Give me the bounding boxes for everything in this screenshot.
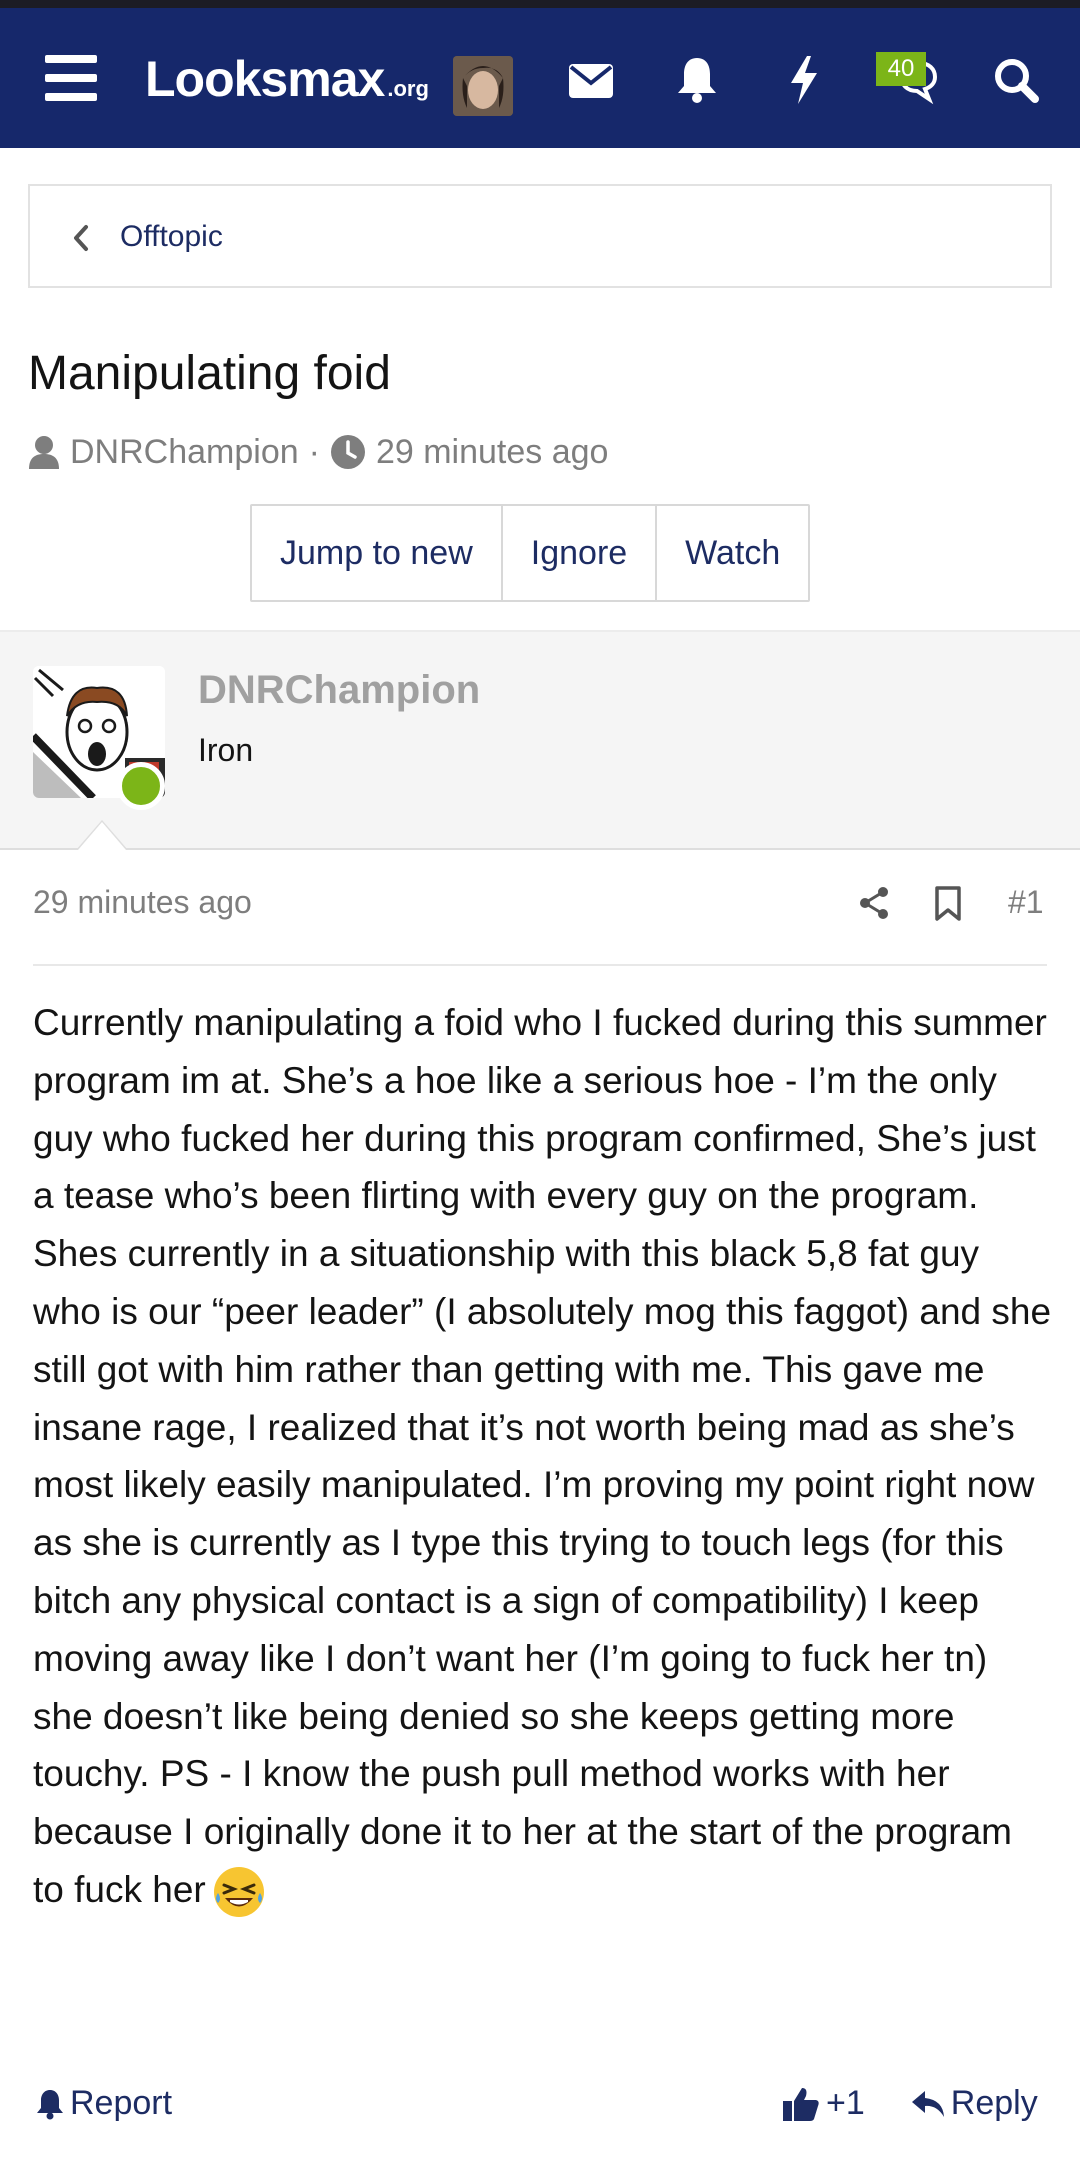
breadcrumb[interactable]: Offtopic (28, 184, 1052, 288)
like-count[interactable]: +1 (826, 2084, 865, 2123)
menu-icon[interactable] (40, 50, 102, 106)
reply-icon[interactable] (911, 2089, 945, 2119)
ignore-button[interactable]: Ignore (502, 506, 658, 600)
bell-icon (36, 2088, 64, 2120)
post-number[interactable]: #1 (1008, 884, 1044, 921)
thread-time[interactable]: 29 minutes ago (376, 433, 609, 472)
thread-title: Manipulating foid (28, 347, 391, 400)
status-strip (0, 0, 1080, 8)
post-footer-actions: +1 Reply (782, 2084, 1038, 2123)
breadcrumb-label[interactable]: Offtopic (120, 220, 223, 254)
laughing-with-tears-emoji (212, 1865, 266, 1919)
thread-author[interactable]: DNRChampion (70, 433, 299, 472)
online-status-dot (117, 762, 165, 810)
chevron-left-icon (72, 224, 90, 257)
thread-actions: Jump to new Ignore Watch (250, 504, 811, 602)
share-icon[interactable] (858, 886, 890, 925)
bolt-icon[interactable] (782, 52, 826, 108)
meta-separator: · (308, 432, 320, 471)
bell-icon[interactable] (672, 52, 722, 108)
post-divider (33, 964, 1047, 966)
search-icon[interactable] (988, 52, 1044, 108)
reply-label[interactable]: Reply (951, 2084, 1038, 2123)
post-time[interactable]: 29 minutes ago (33, 884, 252, 921)
site-logo[interactable]: Looksmax .org (145, 50, 429, 110)
top-navbar: Looksmax .org 40 (0, 8, 1080, 148)
post-user-title: Iron (198, 732, 254, 768)
report-link[interactable]: Report (36, 2084, 172, 2123)
report-label[interactable]: Report (70, 2084, 172, 2123)
post-body: Currently manipulating a foid who I fuck… (33, 994, 1053, 1919)
thread-meta: DNRChampion · 29 minutes ago (28, 430, 608, 474)
user-icon (28, 435, 60, 469)
watch-button[interactable]: Watch (657, 506, 809, 600)
bookmark-icon[interactable] (934, 886, 962, 927)
envelope-icon[interactable] (566, 56, 616, 106)
clock-icon (330, 434, 366, 470)
post-body-text: Currently manipulating a foid who I fuck… (33, 1002, 1052, 1910)
user-avatar-nav[interactable] (453, 56, 513, 116)
jump-to-new-button[interactable]: Jump to new (252, 506, 503, 600)
post-username[interactable]: DNRChampion (198, 668, 480, 713)
alerts-badge[interactable]: 40 (876, 52, 926, 86)
header-pointer (78, 822, 126, 850)
thumbs-up-icon[interactable] (782, 2086, 820, 2122)
